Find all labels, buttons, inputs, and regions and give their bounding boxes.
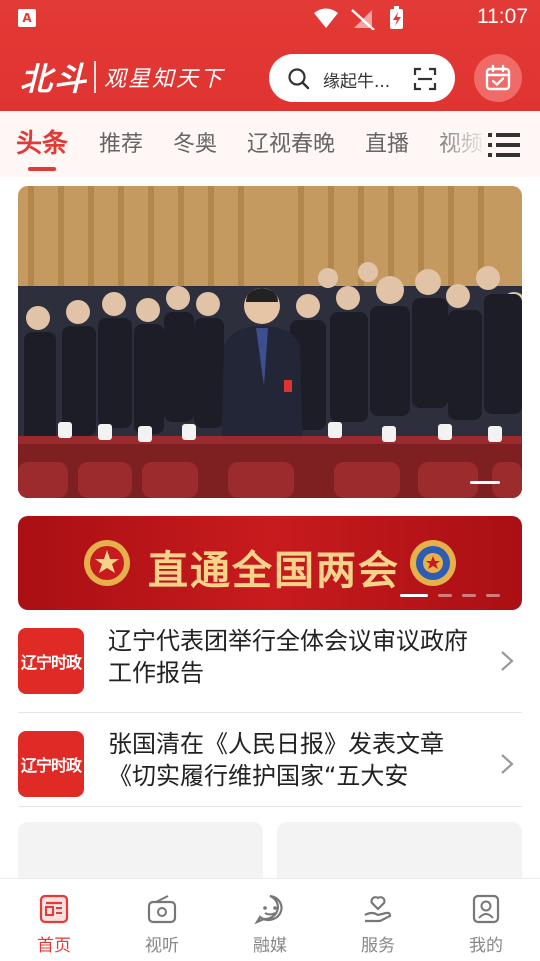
nav-home-label: 首页 (37, 936, 71, 956)
app-header: A 11:07 北斗 观星知天下 缘起牛... (0, 0, 540, 111)
nav-profile[interactable]: 我的 (432, 879, 540, 961)
tabs-fade (430, 111, 490, 177)
national-emblem-icon (84, 540, 130, 586)
search-icon (288, 68, 310, 90)
brand-logo: 北斗 观星知天下 (20, 54, 224, 100)
tab-recommended[interactable]: 推荐 (99, 126, 143, 158)
chevron-right-icon (501, 754, 514, 774)
radio-icon (147, 895, 177, 924)
bottom-navigation: 首页 视听 融媒 服务 我的 (0, 878, 540, 961)
nav-media[interactable]: 融媒 (216, 879, 324, 961)
news-thumbnail: 辽宁时政 (18, 731, 84, 797)
wifi-icon (314, 8, 338, 28)
banner-indicator (462, 594, 476, 597)
status-bar: A 11:07 (0, 0, 540, 36)
tab-live[interactable]: 直播 (365, 126, 409, 158)
tab-spring-gala[interactable]: 辽视春晚 (247, 126, 335, 158)
carousel-indicator (470, 481, 500, 484)
nav-home[interactable]: 首页 (0, 879, 108, 961)
calendar-button[interactable] (474, 54, 522, 102)
hand-heart-icon (364, 896, 392, 923)
cppcc-emblem-icon (410, 540, 456, 586)
hero-carousel[interactable] (18, 186, 522, 498)
news-item[interactable]: 辽宁时政 张国清在《人民日报》发表文章《切实履行维护国家“五大安 (18, 728, 522, 825)
chevron-right-icon (501, 651, 514, 671)
signal-off-icon (351, 9, 375, 30)
list-divider (18, 806, 522, 807)
clock-time: 11:07 (477, 5, 528, 28)
news-title[interactable]: 张国清在《人民日报》发表文章《切实履行维护国家“五大安 (108, 728, 488, 792)
search-bar[interactable]: 缘起牛... (269, 54, 455, 102)
active-tab-indicator (28, 167, 56, 171)
banner-title: 直通全国两会 (148, 548, 400, 594)
logo-text: 北斗 (20, 60, 89, 98)
news-thumbnail: 辽宁时政 (18, 628, 84, 694)
scan-icon[interactable] (413, 67, 437, 91)
profile-icon (472, 894, 500, 924)
nav-audio-video[interactable]: 视听 (108, 879, 216, 961)
banner-indicator (486, 594, 500, 597)
list-divider (18, 712, 522, 713)
banner-indicator (438, 594, 452, 597)
nav-media-label: 融媒 (253, 936, 287, 956)
search-placeholder[interactable]: 缘起牛... (323, 67, 397, 92)
status-icons (314, 6, 403, 30)
newspaper-icon (39, 894, 69, 924)
battery-charging-icon (390, 6, 403, 29)
chat-face-icon (254, 894, 283, 925)
nav-audio-video-label: 视听 (145, 936, 179, 956)
content-card-placeholder[interactable] (18, 822, 263, 882)
content-card-placeholder[interactable] (277, 822, 522, 882)
two-sessions-banner[interactable]: 直通全国两会 (18, 516, 522, 610)
calendar-check-icon (485, 64, 511, 91)
app-a-icon: A (18, 9, 36, 27)
banner-indicator-active (400, 594, 428, 597)
list-menu-icon[interactable] (488, 131, 520, 159)
nav-profile-label: 我的 (469, 936, 503, 956)
news-item[interactable]: 辽宁时政 辽宁代表团举行全体会议审议政府工作报告 (18, 625, 522, 722)
news-title[interactable]: 辽宁代表团举行全体会议审议政府工作报告 (108, 625, 488, 689)
tab-headlines[interactable]: 头条 (16, 123, 68, 160)
nav-services[interactable]: 服务 (324, 879, 432, 961)
tab-winter-olympics[interactable]: 冬奥 (173, 126, 217, 158)
people-applauding-at-assembly-photo (18, 186, 522, 498)
logo-slogan: 观星知天下 (104, 67, 225, 92)
logo-divider (94, 61, 97, 93)
channel-tabs: 头条 推荐 冬奥 辽视春晚 直播 视频 (0, 111, 540, 177)
nav-services-label: 服务 (361, 936, 395, 956)
